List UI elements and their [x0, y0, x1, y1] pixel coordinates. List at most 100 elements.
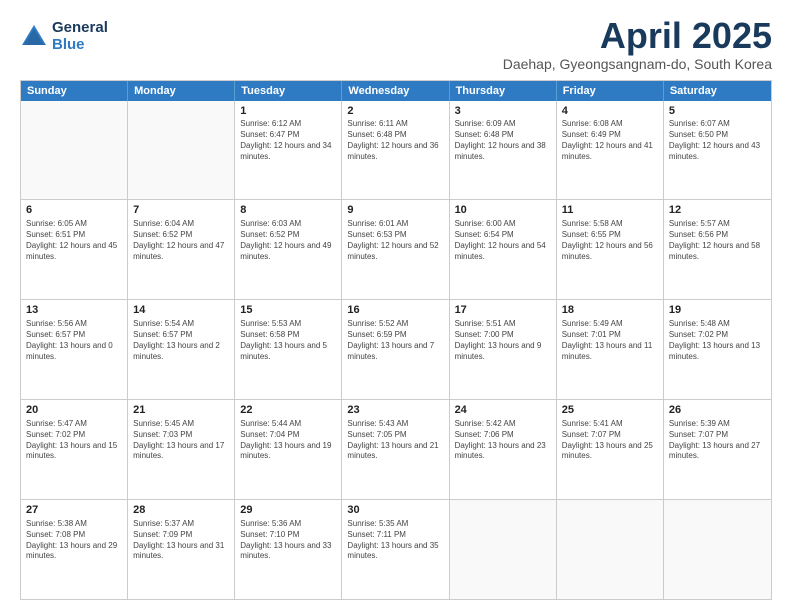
day-number: 21 [133, 403, 229, 418]
cell-info: Sunrise: 6:09 AM Sunset: 6:48 PM Dayligh… [455, 119, 551, 162]
cell-info: Sunrise: 5:51 AM Sunset: 7:00 PM Dayligh… [455, 319, 551, 362]
header-day-saturday: Saturday [664, 81, 771, 101]
day-number: 11 [562, 203, 658, 218]
day-number: 4 [562, 104, 658, 119]
cell-info: Sunrise: 5:38 AM Sunset: 7:08 PM Dayligh… [26, 519, 122, 562]
day-number: 2 [347, 104, 443, 119]
calendar-week-2: 6Sunrise: 6:05 AM Sunset: 6:51 PM Daylig… [21, 199, 771, 299]
day-number: 20 [26, 403, 122, 418]
calendar-cell-3-4: 16Sunrise: 5:52 AM Sunset: 6:59 PM Dayli… [342, 300, 449, 399]
header-day-friday: Friday [557, 81, 664, 101]
day-number: 29 [240, 503, 336, 518]
cell-info: Sunrise: 5:41 AM Sunset: 7:07 PM Dayligh… [562, 419, 658, 462]
calendar-cell-2-3: 8Sunrise: 6:03 AM Sunset: 6:52 PM Daylig… [235, 200, 342, 299]
cell-info: Sunrise: 5:48 AM Sunset: 7:02 PM Dayligh… [669, 319, 766, 362]
calendar-cell-4-6: 25Sunrise: 5:41 AM Sunset: 7:07 PM Dayli… [557, 400, 664, 499]
calendar-cell-1-1 [21, 101, 128, 200]
header: General Blue April 2025 Daehap, Gyeongsa… [20, 16, 772, 72]
calendar-cell-2-7: 12Sunrise: 5:57 AM Sunset: 6:56 PM Dayli… [664, 200, 771, 299]
calendar-cell-4-2: 21Sunrise: 5:45 AM Sunset: 7:03 PM Dayli… [128, 400, 235, 499]
calendar-cell-5-1: 27Sunrise: 5:38 AM Sunset: 7:08 PM Dayli… [21, 500, 128, 599]
calendar-week-1: 1Sunrise: 6:12 AM Sunset: 6:47 PM Daylig… [21, 101, 771, 200]
calendar-cell-3-3: 15Sunrise: 5:53 AM Sunset: 6:58 PM Dayli… [235, 300, 342, 399]
calendar-week-5: 27Sunrise: 5:38 AM Sunset: 7:08 PM Dayli… [21, 499, 771, 599]
day-number: 12 [669, 203, 766, 218]
calendar-cell-1-2 [128, 101, 235, 200]
cell-info: Sunrise: 5:35 AM Sunset: 7:11 PM Dayligh… [347, 519, 443, 562]
logo-general: General [52, 20, 108, 37]
calendar-cell-1-3: 1Sunrise: 6:12 AM Sunset: 6:47 PM Daylig… [235, 101, 342, 200]
cell-info: Sunrise: 5:49 AM Sunset: 7:01 PM Dayligh… [562, 319, 658, 362]
day-number: 15 [240, 303, 336, 318]
day-number: 6 [26, 203, 122, 218]
cell-info: Sunrise: 5:58 AM Sunset: 6:55 PM Dayligh… [562, 219, 658, 262]
day-number: 19 [669, 303, 766, 318]
cell-info: Sunrise: 6:07 AM Sunset: 6:50 PM Dayligh… [669, 119, 766, 162]
cell-info: Sunrise: 5:56 AM Sunset: 6:57 PM Dayligh… [26, 319, 122, 362]
day-number: 10 [455, 203, 551, 218]
cell-info: Sunrise: 5:43 AM Sunset: 7:05 PM Dayligh… [347, 419, 443, 462]
calendar-cell-3-1: 13Sunrise: 5:56 AM Sunset: 6:57 PM Dayli… [21, 300, 128, 399]
calendar-cell-4-4: 23Sunrise: 5:43 AM Sunset: 7:05 PM Dayli… [342, 400, 449, 499]
cell-info: Sunrise: 6:05 AM Sunset: 6:51 PM Dayligh… [26, 219, 122, 262]
day-number: 3 [455, 104, 551, 119]
cell-info: Sunrise: 5:52 AM Sunset: 6:59 PM Dayligh… [347, 319, 443, 362]
calendar-cell-2-6: 11Sunrise: 5:58 AM Sunset: 6:55 PM Dayli… [557, 200, 664, 299]
header-day-sunday: Sunday [21, 81, 128, 101]
cell-info: Sunrise: 6:01 AM Sunset: 6:53 PM Dayligh… [347, 219, 443, 262]
day-number: 26 [669, 403, 766, 418]
calendar-week-3: 13Sunrise: 5:56 AM Sunset: 6:57 PM Dayli… [21, 299, 771, 399]
cell-info: Sunrise: 6:11 AM Sunset: 6:48 PM Dayligh… [347, 119, 443, 162]
logo-text: General Blue [52, 20, 108, 53]
day-number: 14 [133, 303, 229, 318]
day-number: 30 [347, 503, 443, 518]
cell-info: Sunrise: 6:03 AM Sunset: 6:52 PM Dayligh… [240, 219, 336, 262]
cell-info: Sunrise: 5:57 AM Sunset: 6:56 PM Dayligh… [669, 219, 766, 262]
cell-info: Sunrise: 5:54 AM Sunset: 6:57 PM Dayligh… [133, 319, 229, 362]
day-number: 17 [455, 303, 551, 318]
header-day-monday: Monday [128, 81, 235, 101]
day-number: 23 [347, 403, 443, 418]
day-number: 7 [133, 203, 229, 218]
calendar-cell-1-5: 3Sunrise: 6:09 AM Sunset: 6:48 PM Daylig… [450, 101, 557, 200]
cell-info: Sunrise: 5:44 AM Sunset: 7:04 PM Dayligh… [240, 419, 336, 462]
day-number: 1 [240, 104, 336, 119]
cell-info: Sunrise: 6:08 AM Sunset: 6:49 PM Dayligh… [562, 119, 658, 162]
day-number: 13 [26, 303, 122, 318]
cell-info: Sunrise: 5:42 AM Sunset: 7:06 PM Dayligh… [455, 419, 551, 462]
logo-icon [20, 23, 48, 51]
day-number: 22 [240, 403, 336, 418]
calendar-cell-5-7 [664, 500, 771, 599]
day-number: 16 [347, 303, 443, 318]
cell-info: Sunrise: 5:36 AM Sunset: 7:10 PM Dayligh… [240, 519, 336, 562]
calendar-cell-3-7: 19Sunrise: 5:48 AM Sunset: 7:02 PM Dayli… [664, 300, 771, 399]
day-number: 28 [133, 503, 229, 518]
calendar-cell-5-3: 29Sunrise: 5:36 AM Sunset: 7:10 PM Dayli… [235, 500, 342, 599]
day-number: 27 [26, 503, 122, 518]
calendar-week-4: 20Sunrise: 5:47 AM Sunset: 7:02 PM Dayli… [21, 399, 771, 499]
day-number: 18 [562, 303, 658, 318]
day-number: 9 [347, 203, 443, 218]
calendar-cell-5-6 [557, 500, 664, 599]
day-number: 25 [562, 403, 658, 418]
cell-info: Sunrise: 6:04 AM Sunset: 6:52 PM Dayligh… [133, 219, 229, 262]
logo-blue: Blue [52, 37, 108, 54]
day-number: 5 [669, 104, 766, 119]
calendar-body: 1Sunrise: 6:12 AM Sunset: 6:47 PM Daylig… [21, 101, 771, 599]
month-title: April 2025 [503, 16, 772, 56]
calendar-cell-2-1: 6Sunrise: 6:05 AM Sunset: 6:51 PM Daylig… [21, 200, 128, 299]
calendar-cell-5-4: 30Sunrise: 5:35 AM Sunset: 7:11 PM Dayli… [342, 500, 449, 599]
cell-info: Sunrise: 5:53 AM Sunset: 6:58 PM Dayligh… [240, 319, 336, 362]
location-subtitle: Daehap, Gyeongsangnam-do, South Korea [503, 56, 772, 72]
calendar-cell-1-7: 5Sunrise: 6:07 AM Sunset: 6:50 PM Daylig… [664, 101, 771, 200]
day-number: 24 [455, 403, 551, 418]
calendar-cell-4-1: 20Sunrise: 5:47 AM Sunset: 7:02 PM Dayli… [21, 400, 128, 499]
calendar-cell-3-2: 14Sunrise: 5:54 AM Sunset: 6:57 PM Dayli… [128, 300, 235, 399]
page: General Blue April 2025 Daehap, Gyeongsa… [0, 0, 792, 612]
calendar-cell-1-6: 4Sunrise: 6:08 AM Sunset: 6:49 PM Daylig… [557, 101, 664, 200]
header-day-thursday: Thursday [450, 81, 557, 101]
calendar-cell-5-2: 28Sunrise: 5:37 AM Sunset: 7:09 PM Dayli… [128, 500, 235, 599]
cell-info: Sunrise: 5:47 AM Sunset: 7:02 PM Dayligh… [26, 419, 122, 462]
calendar-cell-2-4: 9Sunrise: 6:01 AM Sunset: 6:53 PM Daylig… [342, 200, 449, 299]
header-day-tuesday: Tuesday [235, 81, 342, 101]
